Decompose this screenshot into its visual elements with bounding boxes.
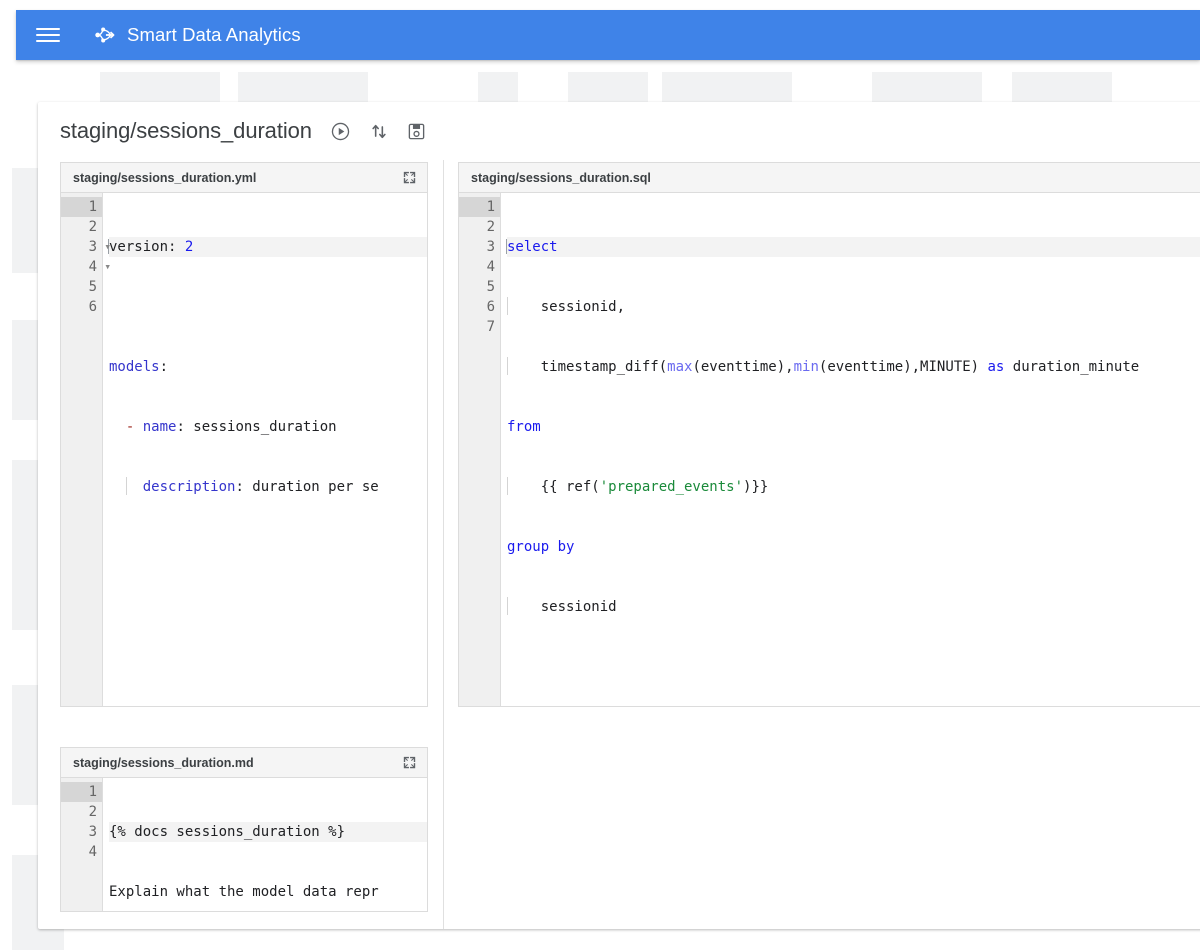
line-number: 3 <box>459 237 500 257</box>
left-column: staging/sessions_duration.yml 1 2 3▾ 4▾ … <box>38 160 428 929</box>
md-filename: staging/sessions_duration.md <box>73 756 254 770</box>
code-line <box>109 297 427 317</box>
yml-editor-panel: staging/sessions_duration.yml 1 2 3▾ 4▾ … <box>60 162 428 707</box>
yml-editor[interactable]: 1 2 3▾ 4▾ 5 6 version: 2 models: - name:… <box>61 193 427 706</box>
line-number: 6 <box>61 297 102 317</box>
line-number: 4 <box>459 257 500 277</box>
yml-panel-header: staging/sessions_duration.yml <box>61 163 427 193</box>
fold-arrow-icon[interactable]: ▾ <box>104 257 111 277</box>
sql-filename: staging/sessions_duration.sql <box>471 171 651 185</box>
code-line: {{ ref('prepared_events')}} <box>507 477 1200 497</box>
line-number: 7 <box>459 317 500 337</box>
title-actions <box>330 121 426 142</box>
app-bar: Smart Data Analytics <box>16 10 1200 60</box>
right-column: staging/sessions_duration.sql 1 2 3 4 5 … <box>444 160 1200 929</box>
project-diagram-icon <box>94 24 116 46</box>
save-floppy-icon[interactable] <box>407 122 426 141</box>
md-code[interactable]: {% docs sessions_duration %} Explain wha… <box>103 778 427 911</box>
code-line: group by <box>507 537 1200 557</box>
card-header: staging/sessions_duration <box>38 102 1200 154</box>
line-number: 5 <box>459 277 500 297</box>
code-line: select <box>507 237 1200 257</box>
play-circle-icon[interactable] <box>330 121 351 142</box>
sql-panel-header: staging/sessions_duration.sql <box>459 163 1200 193</box>
sql-gutter: 1 2 3 4 5 6 7 <box>459 193 501 706</box>
brand[interactable]: Smart Data Analytics <box>94 24 301 46</box>
fold-arrow-icon[interactable]: ▾ <box>104 237 111 257</box>
expand-arrows-icon[interactable] <box>402 755 417 770</box>
line-number: 3▾ <box>61 237 102 257</box>
line-number: 2 <box>61 802 102 822</box>
sql-editor-panel: staging/sessions_duration.sql 1 2 3 4 5 … <box>458 162 1200 707</box>
md-editor[interactable]: 1 2 3 4 {% docs sessions_duration %} Exp… <box>61 778 427 911</box>
line-number: 1 <box>459 197 500 217</box>
code-line: timestamp_diff(max(eventtime),min(eventt… <box>507 357 1200 377</box>
hamburger-menu-icon[interactable] <box>36 24 62 46</box>
sql-editor[interactable]: 1 2 3 4 5 6 7 select sessionid, timestam… <box>459 193 1200 706</box>
yml-filename: staging/sessions_duration.yml <box>73 171 256 185</box>
expand-arrows-icon[interactable] <box>402 170 417 185</box>
workspace: staging/sessions_duration.yml 1 2 3▾ 4▾ … <box>38 160 1200 929</box>
app-title: Smart Data Analytics <box>127 24 301 46</box>
main-card: staging/sessions_duration sta <box>38 102 1200 929</box>
md-editor-panel: staging/sessions_duration.md 1 2 3 4 <box>60 747 428 912</box>
code-line: models: <box>109 357 427 377</box>
yml-code[interactable]: version: 2 models: - name: sessions_dura… <box>103 193 427 706</box>
line-number: 6 <box>459 297 500 317</box>
line-number: 5 <box>61 277 102 297</box>
line-number: 3 <box>61 822 102 842</box>
md-gutter: 1 2 3 4 <box>61 778 103 911</box>
code-line: sessionid <box>507 597 1200 617</box>
md-panel-header: staging/sessions_duration.md <box>61 748 427 778</box>
code-line: {% docs sessions_duration %} <box>109 822 427 842</box>
code-line: - name: sessions_duration <box>109 417 427 437</box>
code-line <box>109 537 427 557</box>
arrows-up-down-icon[interactable] <box>369 121 389 142</box>
page-title: staging/sessions_duration <box>60 118 312 144</box>
line-number: 1 <box>61 197 102 217</box>
code-line: version: 2 <box>109 237 427 257</box>
line-number: 1 <box>61 782 102 802</box>
code-line: description: duration per se <box>109 477 427 497</box>
line-number: 2 <box>61 217 102 237</box>
yml-gutter: 1 2 3▾ 4▾ 5 6 <box>61 193 103 706</box>
code-line: from <box>507 417 1200 437</box>
sql-code[interactable]: select sessionid, timestamp_diff(max(eve… <box>501 193 1200 706</box>
code-line: Explain what the model data repr <box>109 882 427 902</box>
line-number: 4▾ <box>61 257 102 277</box>
code-line: sessionid, <box>507 297 1200 317</box>
line-number: 2 <box>459 217 500 237</box>
line-number: 4 <box>61 842 102 862</box>
